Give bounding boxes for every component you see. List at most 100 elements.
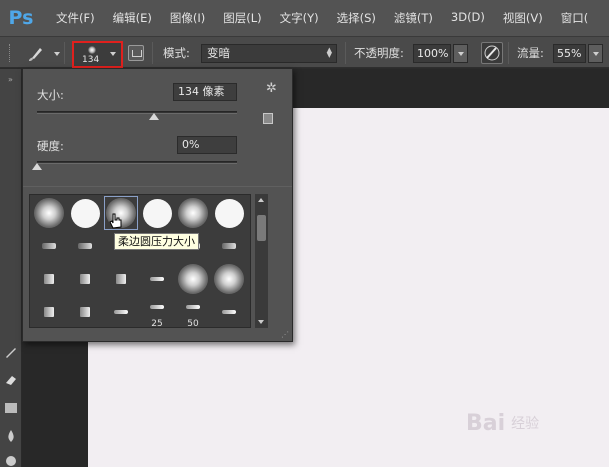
scroll-down-icon[interactable] xyxy=(258,320,264,324)
size-slider-thumb[interactable] xyxy=(149,113,159,120)
brush-preset[interactable] xyxy=(176,262,210,296)
brush-tip-icon xyxy=(150,305,164,309)
menu-item[interactable]: 文件(F) xyxy=(56,10,95,26)
gradient-icon[interactable] xyxy=(4,401,18,415)
brush-preset[interactable] xyxy=(32,196,66,230)
resize-grip-icon[interactable]: ⋰ xyxy=(281,330,289,339)
preset-scrollbar[interactable] xyxy=(255,194,268,328)
blur-icon[interactable] xyxy=(4,429,18,443)
hardness-slider[interactable] xyxy=(37,161,237,164)
brush-tip-icon xyxy=(78,243,92,249)
updown-icon: ▲ ▼ xyxy=(326,46,332,59)
brush-preset-grid: 25 50 xyxy=(29,194,251,329)
chevron-down-icon xyxy=(458,52,464,56)
divider xyxy=(23,186,292,187)
brush-preset[interactable] xyxy=(212,295,246,329)
hardness-slider-thumb[interactable] xyxy=(32,163,42,170)
mode-value: 变暗 xyxy=(207,46,230,60)
menu-item[interactable]: 窗口( xyxy=(561,10,589,26)
size-label: 大小: xyxy=(37,88,64,102)
tool-preset-arrow-icon[interactable] xyxy=(54,52,60,56)
brush-tip-icon xyxy=(222,243,236,249)
mode-select[interactable]: 变暗 ▲ ▼ xyxy=(201,44,337,63)
brush-preset[interactable] xyxy=(140,262,174,296)
brush-preset[interactable]: 25 xyxy=(140,295,174,329)
brush-tip-icon xyxy=(80,274,90,284)
brush-tip-icon xyxy=(178,264,208,294)
scroll-thumb[interactable] xyxy=(257,215,266,241)
new-preset-icon[interactable] xyxy=(263,113,273,124)
opacity-label: 不透明度: xyxy=(354,46,404,60)
brush-size-number: 50 xyxy=(187,319,199,329)
hand-cursor-icon xyxy=(109,213,122,229)
brush-preset[interactable] xyxy=(68,229,102,263)
brush-tip-icon xyxy=(114,310,128,314)
menu-item[interactable]: 编辑(E) xyxy=(113,10,152,26)
menu-item[interactable]: 选择(S) xyxy=(337,10,376,26)
brush-panel-toggle-icon[interactable] xyxy=(128,45,144,61)
brush-tip-icon xyxy=(142,198,172,228)
watermark-text: Bai xyxy=(466,410,506,436)
brush-preset[interactable] xyxy=(212,229,246,263)
size-slider[interactable] xyxy=(37,111,237,114)
brush-size-number: 25 xyxy=(151,319,163,329)
collapse-icon[interactable]: » xyxy=(8,75,13,84)
photoshop-logo: Ps xyxy=(8,7,34,29)
watermark-sub: 经验 xyxy=(511,416,540,432)
brush-preset[interactable] xyxy=(176,196,210,230)
pressure-opacity-button[interactable] xyxy=(481,42,503,64)
opacity-dropdown-button[interactable] xyxy=(453,44,468,63)
options-bar: 134 模式: 变暗 ▲ ▼ 不透明度: 100% 流量: 55% xyxy=(0,36,609,68)
brush-preset[interactable]: 50 xyxy=(176,295,210,329)
brush-preset[interactable] xyxy=(68,262,102,296)
gear-icon[interactable]: ✲ xyxy=(266,81,277,96)
flow-dropdown-button[interactable] xyxy=(588,44,603,63)
brush-tip-icon xyxy=(42,243,56,249)
menu-item[interactable]: 3D(D) xyxy=(451,10,485,26)
size-field[interactable]: 134 像素 xyxy=(173,83,237,101)
dodge-icon[interactable] xyxy=(4,453,18,467)
menu-item[interactable]: 文字(Y) xyxy=(280,10,319,26)
brush-preset-picker[interactable]: 134 xyxy=(72,41,123,68)
separator xyxy=(152,42,153,64)
separator xyxy=(64,42,65,64)
brush-preset[interactable] xyxy=(68,295,102,329)
separator xyxy=(508,42,509,64)
brush-tool-icon[interactable] xyxy=(26,43,48,63)
history-brush-icon[interactable] xyxy=(4,345,18,359)
brush-preset[interactable] xyxy=(32,229,66,263)
separator xyxy=(345,42,346,64)
brush-tip-icon xyxy=(178,198,208,228)
pen-pressure-icon xyxy=(484,45,500,61)
brush-preset[interactable] xyxy=(68,196,102,230)
menu-item[interactable]: 视图(V) xyxy=(503,10,543,26)
flow-label: 流量: xyxy=(517,46,544,60)
brush-preset[interactable] xyxy=(212,262,246,296)
brush-preset[interactable] xyxy=(104,262,138,296)
brush-dot-icon xyxy=(88,46,96,54)
opacity-field[interactable]: 100% xyxy=(413,44,451,63)
menu-item[interactable]: 图像(I) xyxy=(170,10,205,26)
hardness-label: 硬度: xyxy=(37,139,64,153)
brush-preset[interactable] xyxy=(140,196,174,230)
brush-size-readout: 134 xyxy=(82,55,100,65)
brush-preset-panel: 大小: 134 像素 ✲ 硬度: 0% 25 50 ⋰ 柔边圆压力大小 xyxy=(22,68,293,342)
scroll-up-icon[interactable] xyxy=(258,198,264,202)
options-grip[interactable] xyxy=(9,44,12,62)
chevron-down-icon xyxy=(593,52,599,56)
brush-tip-icon xyxy=(214,264,244,294)
brush-preset[interactable] xyxy=(212,196,246,230)
brush-tip-icon xyxy=(34,198,64,228)
brush-preset[interactable] xyxy=(104,295,138,329)
brush-tip-icon xyxy=(116,274,126,284)
eraser-icon[interactable] xyxy=(4,373,18,387)
menu-item[interactable]: 图层(L) xyxy=(223,10,261,26)
brush-preset[interactable] xyxy=(32,262,66,296)
flow-field[interactable]: 55% xyxy=(553,44,586,63)
brush-tip-icon xyxy=(70,198,100,228)
brush-preset[interactable] xyxy=(32,295,66,329)
brush-tip-icon xyxy=(44,274,54,284)
brush-tip-icon xyxy=(150,277,164,281)
menu-item[interactable]: 滤镜(T) xyxy=(394,10,433,26)
hardness-field[interactable]: 0% xyxy=(177,136,237,154)
